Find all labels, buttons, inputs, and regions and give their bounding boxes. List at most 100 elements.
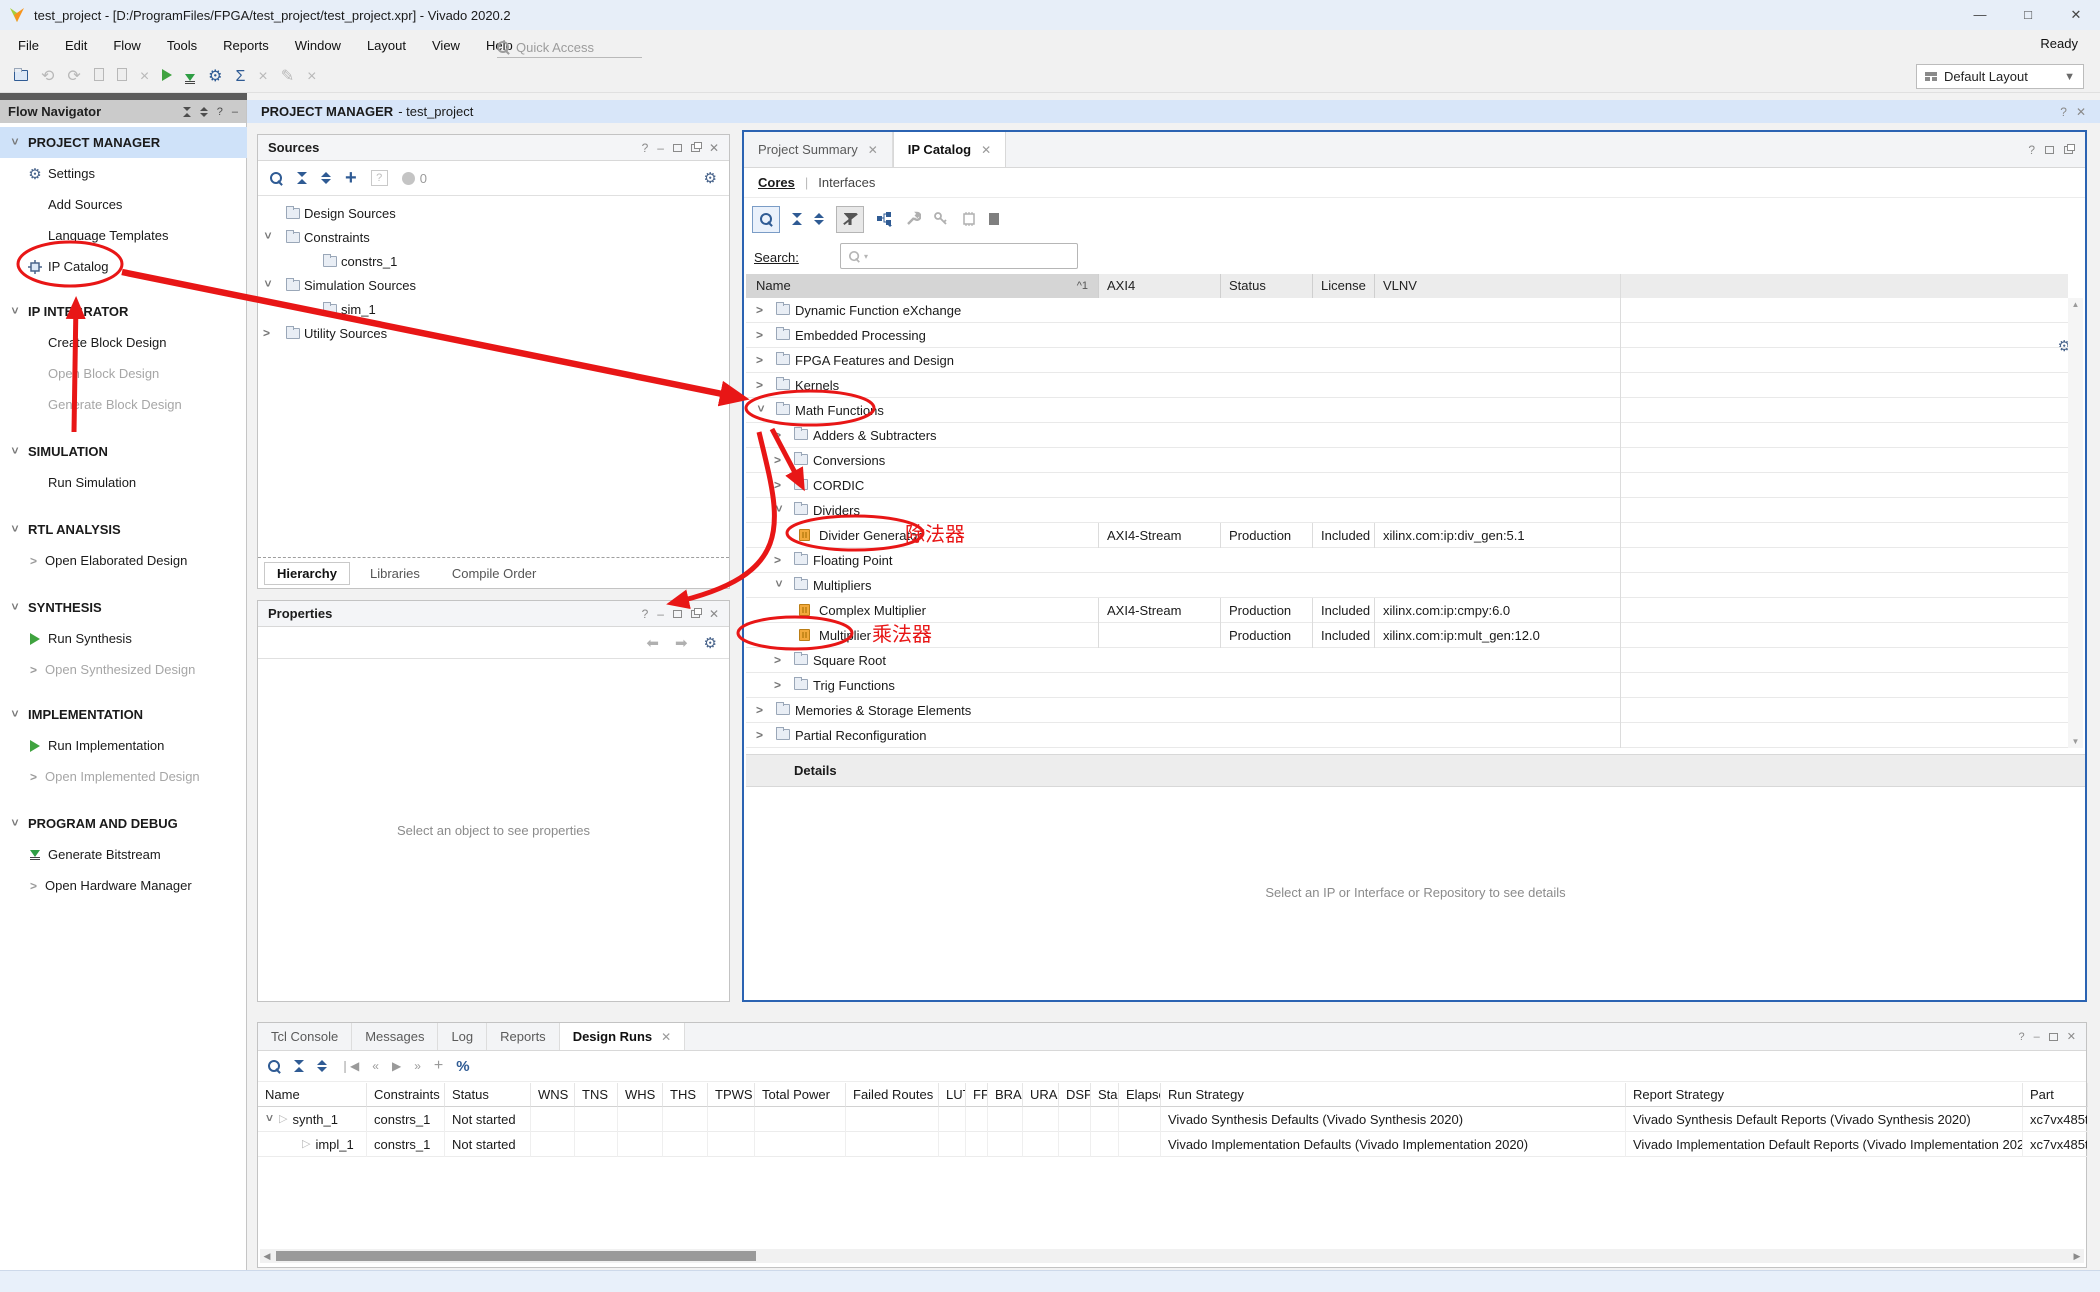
gear-icon[interactable]: ⚙ [704, 634, 717, 652]
collapse-all-icon[interactable] [294, 1060, 304, 1072]
close-tab-icon[interactable]: ✕ [868, 143, 878, 157]
collapse-all-icon[interactable] [792, 213, 802, 225]
flow-section-header[interactable]: >RTL ANALYSIS [0, 514, 247, 545]
flow-item-add-sources[interactable]: Add Sources [0, 189, 247, 220]
ip-row-square-root[interactable]: >Square Root [746, 648, 2068, 673]
help-icon[interactable]: ? [2060, 105, 2067, 119]
ip-row-fpga-features-and-design[interactable]: >FPGA Features and Design [746, 348, 2068, 373]
menu-layout[interactable]: Layout [367, 38, 406, 53]
tab-project-summary[interactable]: Project Summary ✕ [744, 132, 893, 167]
dr-column-dsp[interactable]: DSP [1059, 1083, 1091, 1107]
generate-bitstream-icon[interactable] [185, 69, 195, 85]
open-project-icon[interactable] [14, 69, 28, 85]
close-icon[interactable]: ✕ [2052, 0, 2100, 30]
ip-row-kernels[interactable]: >Kernels [746, 373, 2068, 398]
ip-row-conversions[interactable]: >Conversions [746, 448, 2068, 473]
scrollbar-thumb[interactable] [276, 1251, 756, 1261]
source-item-constrs_1[interactable]: constrs_1 [258, 249, 729, 273]
dr-column-part[interactable]: Part [2023, 1083, 2088, 1107]
source-item-simulation-sources[interactable]: >Simulation Sources [258, 273, 729, 297]
ip-row-partial-reconfiguration[interactable]: >Partial Reconfiguration [746, 723, 2068, 748]
dr-column-elapsed[interactable]: Elapsed [1119, 1083, 1161, 1107]
menu-window[interactable]: Window [295, 38, 341, 53]
dr-column-whs[interactable]: WHS [618, 1083, 663, 1107]
bottom-tab-messages[interactable]: Messages [352, 1023, 438, 1050]
horizontal-scrollbar[interactable]: ◀ ▶ [260, 1249, 2084, 1263]
scroll-up-icon[interactable]: ▲ [2072, 300, 2080, 309]
source-item-sim_1[interactable]: sim_1 [258, 297, 729, 321]
ip-row-multiplier[interactable]: MultiplierProductionIncludedxilinx.com:i… [746, 623, 2068, 648]
menu-flow[interactable]: Flow [113, 38, 140, 53]
ip-row-floating-point[interactable]: >Floating Point [746, 548, 2068, 573]
dr-column-lut[interactable]: LUT [939, 1083, 966, 1107]
flow-item-run-implementation[interactable]: Run Implementation [0, 730, 247, 761]
dr-column-name[interactable]: Name [258, 1083, 367, 1107]
sources-tab-hierarchy[interactable]: Hierarchy [264, 562, 350, 585]
flow-section-header[interactable]: >IMPLEMENTATION [0, 699, 247, 730]
collapse-all-icon[interactable] [297, 172, 307, 184]
column-license[interactable]: License [1312, 274, 1374, 298]
minimize-panel-icon[interactable]: ‒ [657, 607, 664, 621]
maximize-panel-icon[interactable] [673, 144, 682, 152]
create-run-icon[interactable]: + [434, 1057, 443, 1075]
run-icon[interactable] [162, 69, 172, 85]
layout-selector[interactable]: Default Layout ▼ [1916, 64, 2084, 89]
bottom-tab-tcl-console[interactable]: Tcl Console [258, 1023, 352, 1050]
flow-item-run-simulation[interactable]: Run Simulation [0, 467, 247, 498]
help-icon[interactable]: ? [2028, 143, 2035, 157]
quick-access-input[interactable]: Quick Access [497, 38, 642, 58]
scroll-left-icon[interactable]: ◀ [260, 1251, 274, 1262]
dr-column-run-strategy[interactable]: Run Strategy [1161, 1083, 1626, 1107]
flow-section-header[interactable]: >PROJECT MANAGER [0, 127, 247, 158]
subtab-interfaces[interactable]: Interfaces [818, 175, 875, 190]
report-summary-icon[interactable]: Σ [236, 69, 246, 85]
column-vlnv[interactable]: VLNV [1374, 274, 2068, 298]
tab-ip-catalog[interactable]: IP Catalog ✕ [893, 132, 1006, 167]
add-sources-icon[interactable]: + [345, 167, 357, 190]
minimize-icon[interactable]: ― [1956, 0, 2004, 30]
dr-column-failed-routes[interactable]: Failed Routes [846, 1083, 939, 1107]
help-icon[interactable]: ? [642, 141, 649, 155]
dr-column-status[interactable]: Status [445, 1083, 531, 1107]
flow-item-ip-catalog[interactable]: IP Catalog [0, 251, 247, 282]
expand-all-icon[interactable] [321, 172, 331, 184]
flow-section-header[interactable]: >PROGRAM AND DEBUG [0, 808, 247, 839]
ip-row-trig-functions[interactable]: >Trig Functions [746, 673, 2068, 698]
close-tab-icon[interactable]: ✕ [661, 1030, 671, 1044]
flow-item-run-synthesis[interactable]: Run Synthesis [0, 623, 247, 654]
minimize-panel-icon[interactable]: ‒ [232, 106, 238, 118]
source-item-constraints[interactable]: >Constraints [258, 225, 729, 249]
filter-icon[interactable] [836, 206, 864, 233]
column-axi4[interactable]: AXI4 [1098, 274, 1220, 298]
dr-column-bram[interactable]: BRAM [988, 1083, 1023, 1107]
column-status[interactable]: Status [1220, 274, 1312, 298]
float-panel-icon[interactable] [2064, 146, 2073, 154]
flow-item-create-block-design[interactable]: Create Block Design [0, 327, 247, 358]
flow-item-generate-bitstream[interactable]: Generate Bitstream [0, 839, 247, 870]
back-icon[interactable]: ⬅ [646, 634, 659, 652]
close-panel-icon[interactable]: ✕ [2067, 1030, 2076, 1043]
gear-icon[interactable]: ⚙ [704, 169, 717, 187]
sources-tab-libraries[interactable]: Libraries [358, 563, 432, 584]
ip-row-dividers[interactable]: >Dividers [746, 498, 2068, 523]
dr-column-tpws[interactable]: TPWS [708, 1083, 755, 1107]
search-icon[interactable] [752, 206, 780, 233]
close-panel-icon[interactable]: ✕ [709, 141, 719, 155]
sources-tab-compile-order[interactable]: Compile Order [440, 563, 549, 584]
minimize-panel-icon[interactable]: ‒ [657, 141, 664, 155]
ip-search-input[interactable]: ▾ [840, 243, 1078, 269]
search-icon[interactable] [268, 1060, 281, 1073]
help-icon[interactable]: ? [642, 607, 649, 621]
menu-tools[interactable]: Tools [167, 38, 197, 53]
dr-column-ths[interactable]: THS [663, 1083, 708, 1107]
maximize-panel-icon[interactable] [2049, 1033, 2058, 1041]
flow-item-settings[interactable]: ⚙Settings [0, 158, 247, 189]
expand-all-icon[interactable] [317, 1060, 327, 1072]
bottom-tab-reports[interactable]: Reports [487, 1023, 560, 1050]
help-icon[interactable]: ? [2019, 1031, 2025, 1043]
bottom-tab-design-runs[interactable]: Design Runs✕ [560, 1023, 686, 1050]
expand-all-icon[interactable] [814, 213, 824, 225]
bottom-tab-log[interactable]: Log [438, 1023, 487, 1050]
ip-row-memories-storage-elements[interactable]: >Memories & Storage Elements [746, 698, 2068, 723]
ip-row-complex-multiplier[interactable]: Complex MultiplierAXI4-StreamProductionI… [746, 598, 2068, 623]
